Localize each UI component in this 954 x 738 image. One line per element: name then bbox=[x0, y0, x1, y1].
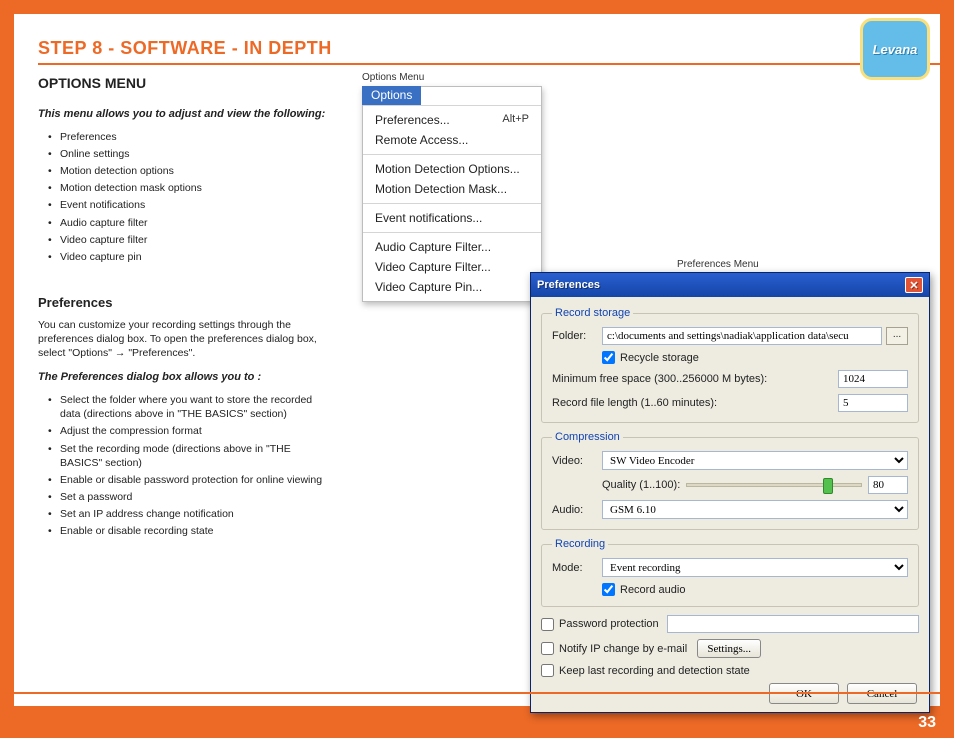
recording-group: Recording Mode: Event recording Record a… bbox=[541, 538, 919, 607]
list-item: Video capture pin bbox=[60, 250, 328, 264]
recycle-checkbox[interactable]: Recycle storage bbox=[602, 351, 699, 364]
reclen-label: Record file length (1..60 minutes): bbox=[552, 397, 838, 409]
browse-button[interactable]: ... bbox=[886, 327, 908, 345]
list-item: Motion detection options bbox=[60, 164, 328, 178]
recycle-checkbox-input[interactable] bbox=[602, 351, 615, 364]
password-protection-checkbox-input[interactable] bbox=[541, 618, 554, 631]
keep-last-label: Keep last recording and detection state bbox=[559, 665, 750, 677]
notify-ip-checkbox[interactable]: Notify IP change by e-mail bbox=[541, 642, 687, 655]
list-item: Video capture filter bbox=[60, 233, 328, 247]
notify-ip-label: Notify IP change by e-mail bbox=[559, 643, 687, 655]
list-item: Preferences bbox=[60, 130, 328, 144]
password-protection-checkbox[interactable]: Password protection bbox=[541, 618, 659, 631]
list-item: Online settings bbox=[60, 147, 328, 161]
audio-label: Audio: bbox=[552, 504, 602, 516]
menu-item-motion-mask[interactable]: Motion Detection Mask... bbox=[363, 179, 541, 199]
keep-last-checkbox-input[interactable] bbox=[541, 664, 554, 677]
prefs-body-text: You can customize your recording setting… bbox=[38, 318, 328, 361]
prefs-bullet-list: Select the folder where you want to stor… bbox=[38, 393, 328, 539]
options-intro: This menu allows you to adjust and view … bbox=[38, 107, 328, 122]
menu-item-label: Motion Detection Options... bbox=[375, 162, 520, 176]
list-item: Audio capture filter bbox=[60, 216, 328, 230]
recycle-label: Recycle storage bbox=[620, 352, 699, 364]
list-item: Motion detection mask options bbox=[60, 181, 328, 195]
options-menu-tab[interactable]: Options bbox=[362, 86, 421, 105]
dialog-title: Preferences bbox=[537, 279, 600, 291]
video-label: Video: bbox=[552, 455, 602, 467]
menu-item-label: Video Capture Filter... bbox=[375, 260, 491, 274]
video-encoder-select[interactable]: SW Video Encoder bbox=[602, 451, 908, 470]
options-bullet-list: Preferences Online settings Motion detec… bbox=[38, 130, 328, 264]
quality-slider[interactable] bbox=[686, 483, 862, 487]
menu-item-label: Audio Capture Filter... bbox=[375, 240, 491, 254]
list-item: Enable or disable password protection fo… bbox=[60, 473, 328, 487]
prefs-heading: Preferences bbox=[38, 294, 328, 312]
menu-item-video-filter[interactable]: Video Capture Filter... bbox=[363, 257, 541, 277]
reclen-input[interactable] bbox=[838, 394, 908, 412]
logo-text: Levana bbox=[873, 42, 918, 57]
page-title: STEP 8 - SOFTWARE - IN DEPTH bbox=[38, 38, 940, 59]
password-input[interactable] bbox=[667, 615, 919, 633]
options-heading: OPTIONS MENU bbox=[38, 74, 328, 93]
preferences-dialog: Preferences ✕ Record storage Folder: ...… bbox=[530, 272, 930, 713]
record-audio-label: Record audio bbox=[620, 584, 685, 596]
record-storage-group: Record storage Folder: ... Recycle stora… bbox=[541, 307, 919, 423]
password-protection-label: Password protection bbox=[559, 618, 659, 630]
menu-item-audio-filter[interactable]: Audio Capture Filter... bbox=[363, 237, 541, 257]
dialog-titlebar: Preferences ✕ bbox=[531, 273, 929, 297]
slider-thumb[interactable] bbox=[823, 478, 833, 494]
menu-item-video-pin[interactable]: Video Capture Pin... bbox=[363, 277, 541, 297]
left-column: OPTIONS MENU This menu allows you to adj… bbox=[38, 74, 328, 542]
folder-input[interactable] bbox=[602, 327, 882, 345]
list-item: Adjust the compression format bbox=[60, 424, 328, 438]
list-item: Select the folder where you want to stor… bbox=[60, 393, 328, 421]
quality-input[interactable] bbox=[868, 476, 908, 494]
audio-codec-select[interactable]: GSM 6.10 bbox=[602, 500, 908, 519]
list-item: Event notifications bbox=[60, 198, 328, 212]
notify-ip-checkbox-input[interactable] bbox=[541, 642, 554, 655]
menu-item-motion-options[interactable]: Motion Detection Options... bbox=[363, 159, 541, 179]
menu-item-preferences[interactable]: Preferences... Alt+P bbox=[363, 110, 541, 130]
minfree-label: Minimum free space (300..256000 M bytes)… bbox=[552, 373, 838, 385]
menu-item-label: Video Capture Pin... bbox=[375, 280, 482, 294]
list-item: Enable or disable recording state bbox=[60, 524, 328, 538]
folder-label: Folder: bbox=[552, 330, 602, 342]
keep-last-checkbox[interactable]: Keep last recording and detection state bbox=[541, 664, 750, 677]
list-item: Set a password bbox=[60, 490, 328, 504]
menu-item-label: Motion Detection Mask... bbox=[375, 182, 507, 196]
mode-label: Mode: bbox=[552, 562, 602, 574]
recording-mode-select[interactable]: Event recording bbox=[602, 558, 908, 577]
list-item: Set the recording mode (directions above… bbox=[60, 442, 328, 470]
menu-item-shortcut: Alt+P bbox=[502, 113, 529, 127]
prefs-intro: The Preferences dialog box allows you to… bbox=[38, 370, 328, 385]
quality-label: Quality (1..100): bbox=[602, 479, 680, 491]
menu-item-label: Event notifications... bbox=[375, 211, 482, 225]
minfree-input[interactable] bbox=[838, 370, 908, 388]
menu-item-remote-access[interactable]: Remote Access... bbox=[363, 130, 541, 150]
document-page: STEP 8 - SOFTWARE - IN DEPTH Levana OPTI… bbox=[14, 14, 940, 706]
logo: Levana bbox=[860, 18, 930, 80]
group-legend: Recording bbox=[552, 538, 608, 550]
compression-group: Compression Video: SW Video Encoder Qual… bbox=[541, 431, 919, 530]
options-menu-window: Options Preferences... Alt+P Remote Acce… bbox=[362, 86, 542, 302]
prefs-menu-caption: Preferences Menu bbox=[677, 259, 759, 270]
header-bar: STEP 8 - SOFTWARE - IN DEPTH bbox=[38, 38, 940, 65]
record-audio-checkbox-input[interactable] bbox=[602, 583, 615, 596]
group-legend: Compression bbox=[552, 431, 623, 443]
options-menu-caption: Options Menu bbox=[362, 72, 424, 83]
menu-item-label: Remote Access... bbox=[375, 133, 468, 147]
list-item: Set an IP address change notification bbox=[60, 507, 328, 521]
menu-item-label: Preferences... bbox=[375, 113, 450, 127]
group-legend: Record storage bbox=[552, 307, 633, 319]
close-icon[interactable]: ✕ bbox=[905, 277, 923, 293]
settings-button[interactable]: Settings... bbox=[697, 639, 761, 658]
page-number: 33 bbox=[918, 714, 936, 732]
footer-divider bbox=[14, 692, 940, 706]
record-audio-checkbox[interactable]: Record audio bbox=[602, 583, 685, 596]
menu-item-event-notifications[interactable]: Event notifications... bbox=[363, 208, 541, 228]
